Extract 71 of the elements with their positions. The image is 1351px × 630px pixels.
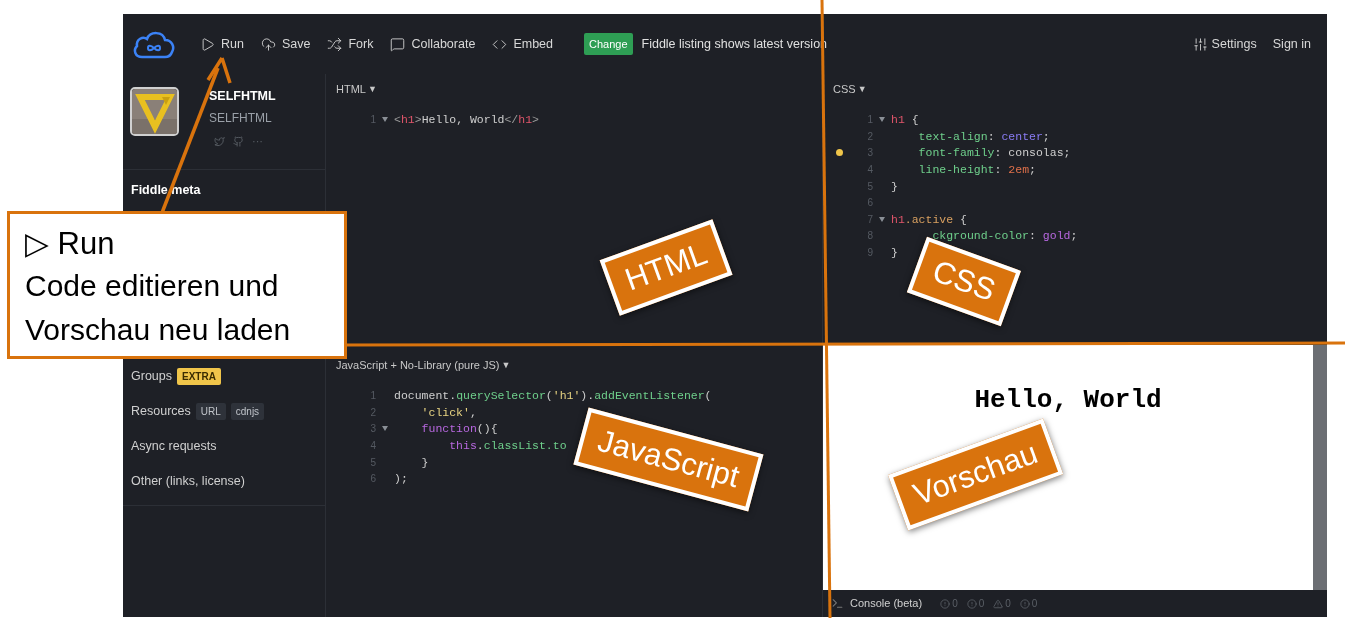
play-icon — [200, 36, 215, 52]
line-number: 5 — [866, 179, 873, 194]
line-number: 2 — [369, 405, 376, 420]
section-title: Fiddle meta — [130, 182, 202, 200]
cloud-upload-icon — [260, 36, 276, 52]
code-line: } — [891, 244, 898, 261]
console-count: 0 — [1031, 597, 1038, 611]
line-number: 1 — [369, 113, 376, 128]
code-line: h1 { — [891, 112, 919, 129]
settings-icon — [1192, 36, 1208, 52]
fold-icon[interactable] — [382, 117, 388, 123]
toolbar-button[interactable]: Fork — [327, 34, 374, 54]
code-line: font-family: consolas; — [917, 145, 1071, 162]
alert-circle-icon — [940, 598, 951, 609]
code-line: 'click', — [420, 404, 477, 421]
console-label: Console (beta) — [850, 596, 923, 612]
sidebar-item[interactable]: Async requests — [131, 437, 217, 456]
fold-icon[interactable] — [382, 426, 388, 432]
terminal-icon — [831, 597, 844, 610]
toolbar-button[interactable]: Save — [260, 34, 311, 54]
line-number: 6 — [866, 196, 873, 211]
callout-text: Code editieren und — [25, 268, 280, 304]
line-number: 3 — [369, 422, 376, 437]
code-line: function(){ — [420, 421, 498, 438]
preview-heading: Hello, World — [974, 384, 1162, 417]
line-number: 5 — [369, 455, 376, 470]
panel-language-dropdown[interactable]: JavaScript + No-Library (pure JS) ▼ — [336, 357, 511, 374]
tag: cdnjs — [230, 403, 265, 420]
panel-language-dropdown[interactable]: HTML ▼ — [336, 81, 377, 98]
code-line: text-align: center; — [917, 128, 1050, 145]
fold-icon[interactable] — [879, 216, 885, 222]
tag: URL — [195, 403, 226, 420]
settings-button[interactable]: Settings — [1192, 34, 1257, 54]
line-number: 1 — [369, 389, 376, 404]
sidebar-item[interactable]: Other (links, license) — [131, 472, 245, 491]
scrollbar[interactable] — [1313, 345, 1327, 590]
user-handle: SELFHTML — [209, 109, 273, 127]
warning-icon — [993, 598, 1004, 609]
sign-in-link[interactable]: Sign in — [1272, 34, 1311, 54]
alert-circle-icon — [966, 598, 977, 609]
toolbar-button[interactable]: Run — [200, 34, 244, 54]
line-number: 4 — [866, 163, 873, 178]
code-line: h1.active { — [891, 211, 967, 228]
code-line: <h1>Hello, World</h1> — [394, 112, 539, 129]
line-number: 6 — [369, 472, 376, 487]
code-line: } — [891, 178, 898, 195]
line-number: 4 — [369, 439, 376, 454]
code-line: this.classList.to — [448, 437, 567, 454]
console-count: 0 — [978, 597, 985, 611]
toolbar-button[interactable]: Collaborate — [390, 34, 476, 54]
fold-icon[interactable] — [879, 117, 885, 123]
callout-title: ▷ Run — [25, 225, 116, 263]
panel-language-dropdown[interactable]: CSS ▼ — [833, 81, 867, 98]
speech-bubble-icon — [390, 36, 406, 52]
line-number: 8 — [866, 229, 873, 244]
toolbar-button[interactable]: Embed — [492, 34, 553, 54]
line-number: 3 — [866, 146, 873, 161]
line-number: 2 — [866, 129, 873, 144]
code-line: document.querySelector('h1').addEventListener( — [394, 388, 712, 405]
sidebar-item[interactable]: Resources — [131, 402, 191, 421]
shuffle-icon — [327, 36, 343, 52]
callout-text: Vorschau neu laden — [25, 312, 292, 348]
tag: EXTRA — [177, 368, 221, 385]
sidebar-item[interactable]: Groups — [131, 367, 172, 386]
code-line: } — [420, 454, 429, 471]
alert-circle-icon — [1019, 598, 1030, 609]
code-line: ); — [394, 471, 408, 488]
line-number: 1 — [866, 113, 873, 128]
user-name: SELFHTML — [209, 88, 276, 105]
change-badge: Change — [584, 32, 633, 56]
code-line: line-height: 2em; — [917, 161, 1036, 178]
